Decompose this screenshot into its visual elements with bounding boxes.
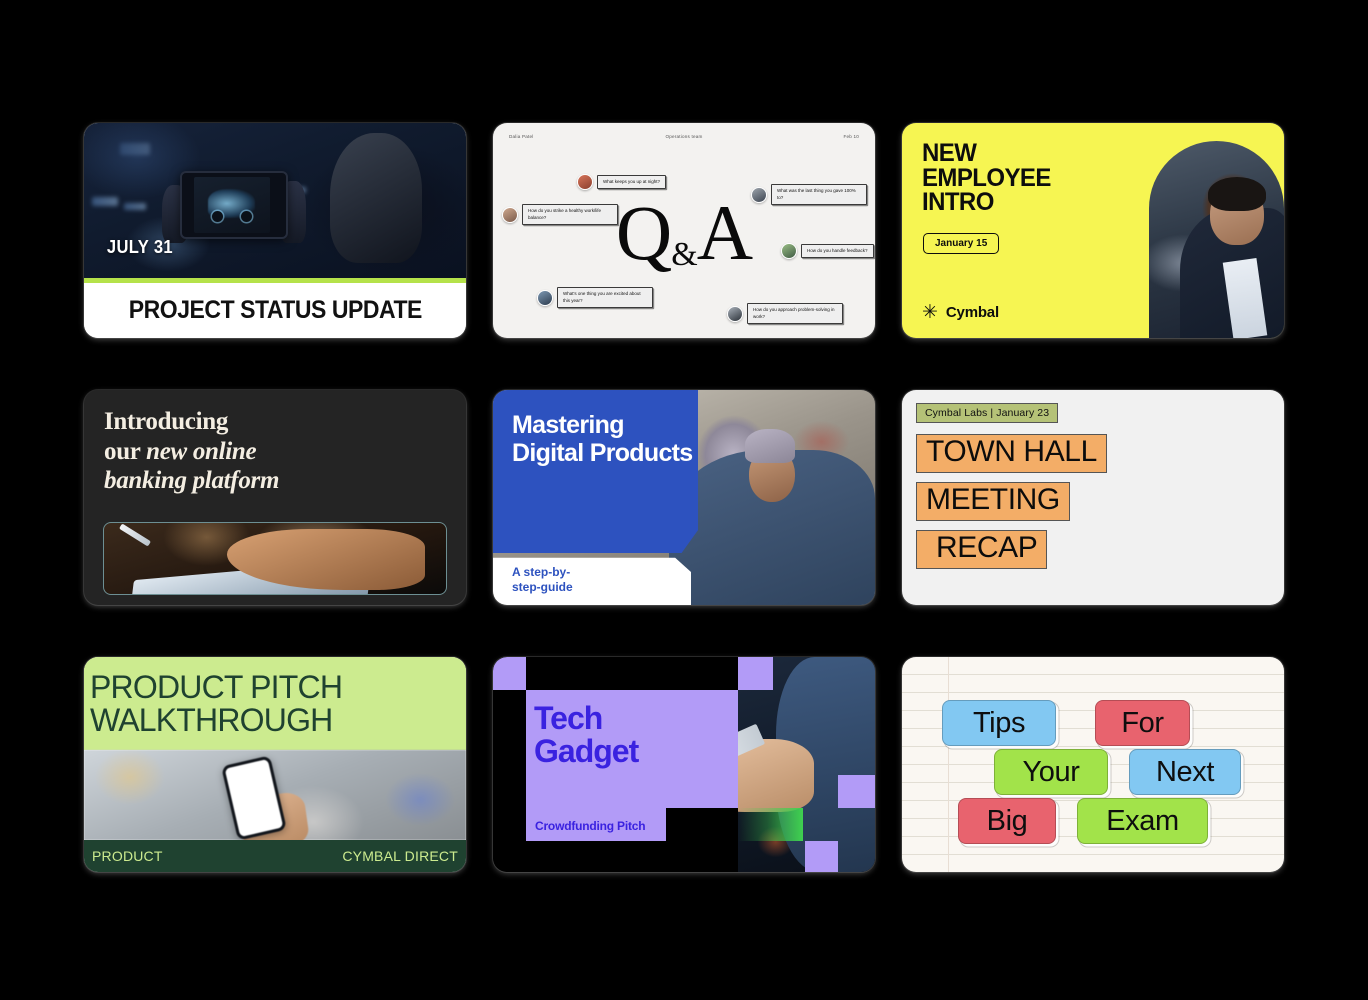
avatar [502, 206, 518, 223]
header-team: Operations team [665, 134, 703, 139]
slide-title-bar: PROJECT STATUS UPDATE [84, 283, 466, 338]
slide-gallery-grid: JULY 31 PROJECT STATUS UPDATE Dalia Pate… [84, 123, 1284, 873]
question-bubble: What's one thing you are excited about t… [537, 287, 653, 309]
slide-subtitle: A step-by-step-guide [512, 565, 573, 594]
heading-line-3: RECAP [916, 530, 1048, 570]
heading-line-1: TOWN HALL [916, 434, 1107, 474]
question-text: How do you strike a healthy work/life ba… [522, 204, 618, 226]
slide-card-town-hall-recap[interactable]: Cymbal Labs | January 23 TOWN HALL MEETI… [902, 390, 1284, 605]
avatar [537, 289, 553, 306]
heading-line-1: PRODUCT PITCH [90, 668, 343, 705]
question-bubble: What keeps you up at night? [577, 174, 667, 190]
title-line-2: Gadget [534, 733, 639, 770]
heading-line-3: banking platform [104, 467, 280, 494]
slide-card-banking-platform[interactable]: Introducing our new online banking platf… [84, 390, 466, 605]
title-panel: Mastering Digital Products [493, 390, 698, 553]
footer-right-label: CYMBAL DIRECT [342, 848, 458, 864]
slide-title: PROJECT STATUS UPDATE [128, 296, 422, 324]
title-band: PRODUCT PITCH WALKTHROUGH [84, 657, 466, 750]
header-date: Feb 10 [843, 134, 859, 139]
slide-heading: Introducing our new online banking platf… [104, 407, 450, 496]
heading-line-2: EMPLOYEE [922, 163, 1051, 192]
slide-header-meta: Dalia Patel Operations team Feb 10 [509, 134, 859, 139]
sticky-note[interactable]: Tips [942, 700, 1056, 746]
brand-name: Cymbal [945, 304, 999, 321]
sticky-note[interactable]: Your [994, 749, 1108, 795]
slide-title: Mastering Digital Products [512, 411, 693, 467]
footer-left-label: PRODUCT [92, 848, 163, 864]
question-bubble: How do you strike a healthy work/life ba… [502, 204, 618, 226]
avatar [751, 186, 767, 203]
question-bubble: What was the last thing you gave 100% to… [751, 184, 867, 206]
slide-card-qa[interactable]: Dalia Patel Operations team Feb 10 Q&A W… [493, 123, 875, 338]
qa-wordmark: Q&A [615, 188, 753, 276]
avatar [727, 305, 743, 322]
question-text: How do you approach problem-solving in w… [747, 303, 843, 325]
heading-line-1: Introducing [104, 408, 229, 435]
slide-heading: NEW EMPLOYEE INTRO [922, 141, 1051, 215]
labs-date-tag: Cymbal Labs | January 23 [916, 403, 1059, 423]
question-text: What's one thing you are excited about t… [557, 287, 653, 309]
sticky-note[interactable]: Next [1129, 749, 1241, 795]
slide-photo-tablet-touch [103, 522, 447, 595]
subtitle-panel: A step-by-step-guide [493, 557, 691, 605]
heading-line-2: MEETING [916, 482, 1070, 522]
heading-line-2: our new online [104, 437, 257, 465]
avatar [577, 174, 593, 190]
slide-subtitle: Crowdfunding Pitch [535, 819, 646, 833]
brand-lockup: ✳ Cymbal [922, 303, 999, 322]
heading-line-2: WALKTHROUGH [90, 701, 333, 738]
slide-card-product-pitch-walkthrough[interactable]: PRODUCT PITCH WALKTHROUGH PRODUCT CYMBAL… [84, 657, 466, 872]
heading-line-3: INTRO [922, 188, 994, 216]
slide-photo-phone [84, 750, 466, 854]
sticky-note[interactable]: Exam [1077, 798, 1208, 844]
sticky-note[interactable]: For [1095, 700, 1190, 746]
slide-date-label: JULY 31 [106, 237, 173, 257]
avatar [781, 243, 797, 259]
question-text: What keeps you up at night? [597, 174, 667, 190]
slide-card-new-employee-intro[interactable]: NEW EMPLOYEE INTRO January 15 ✳ Cymbal [902, 123, 1284, 338]
date-badge: January 15 [923, 233, 1000, 254]
question-text: What was the last thing you gave 100% to… [771, 184, 867, 206]
question-text: How do you handle feedback? [801, 243, 874, 259]
slide-footer: PRODUCT CYMBAL DIRECT [84, 840, 466, 872]
slide-card-mastering-digital-products[interactable]: Mastering Digital Products A step-by-ste… [493, 390, 875, 605]
header-author: Dalia Patel [509, 134, 534, 139]
heading-line-1: NEW [922, 139, 977, 167]
sticky-note[interactable]: Big [958, 798, 1056, 844]
slide-photo-employee [1149, 141, 1284, 338]
slide-card-project-status-update[interactable]: JULY 31 PROJECT STATUS UPDATE [84, 123, 466, 338]
title-line-1: Tech [534, 700, 603, 736]
slide-title: Tech Gadget [534, 700, 639, 770]
asterisk-icon: ✳ [922, 302, 938, 323]
question-bubble: How do you approach problem-solving in w… [727, 303, 843, 325]
question-bubble: How do you handle feedback? [781, 243, 874, 259]
slide-card-tech-gadget[interactable]: Tech Gadget Crowdfunding Pitch [493, 657, 875, 872]
notepad-margin-rule [948, 657, 949, 872]
slide-card-exam-tips[interactable]: Tips For Your Next Big Exam [902, 657, 1284, 872]
